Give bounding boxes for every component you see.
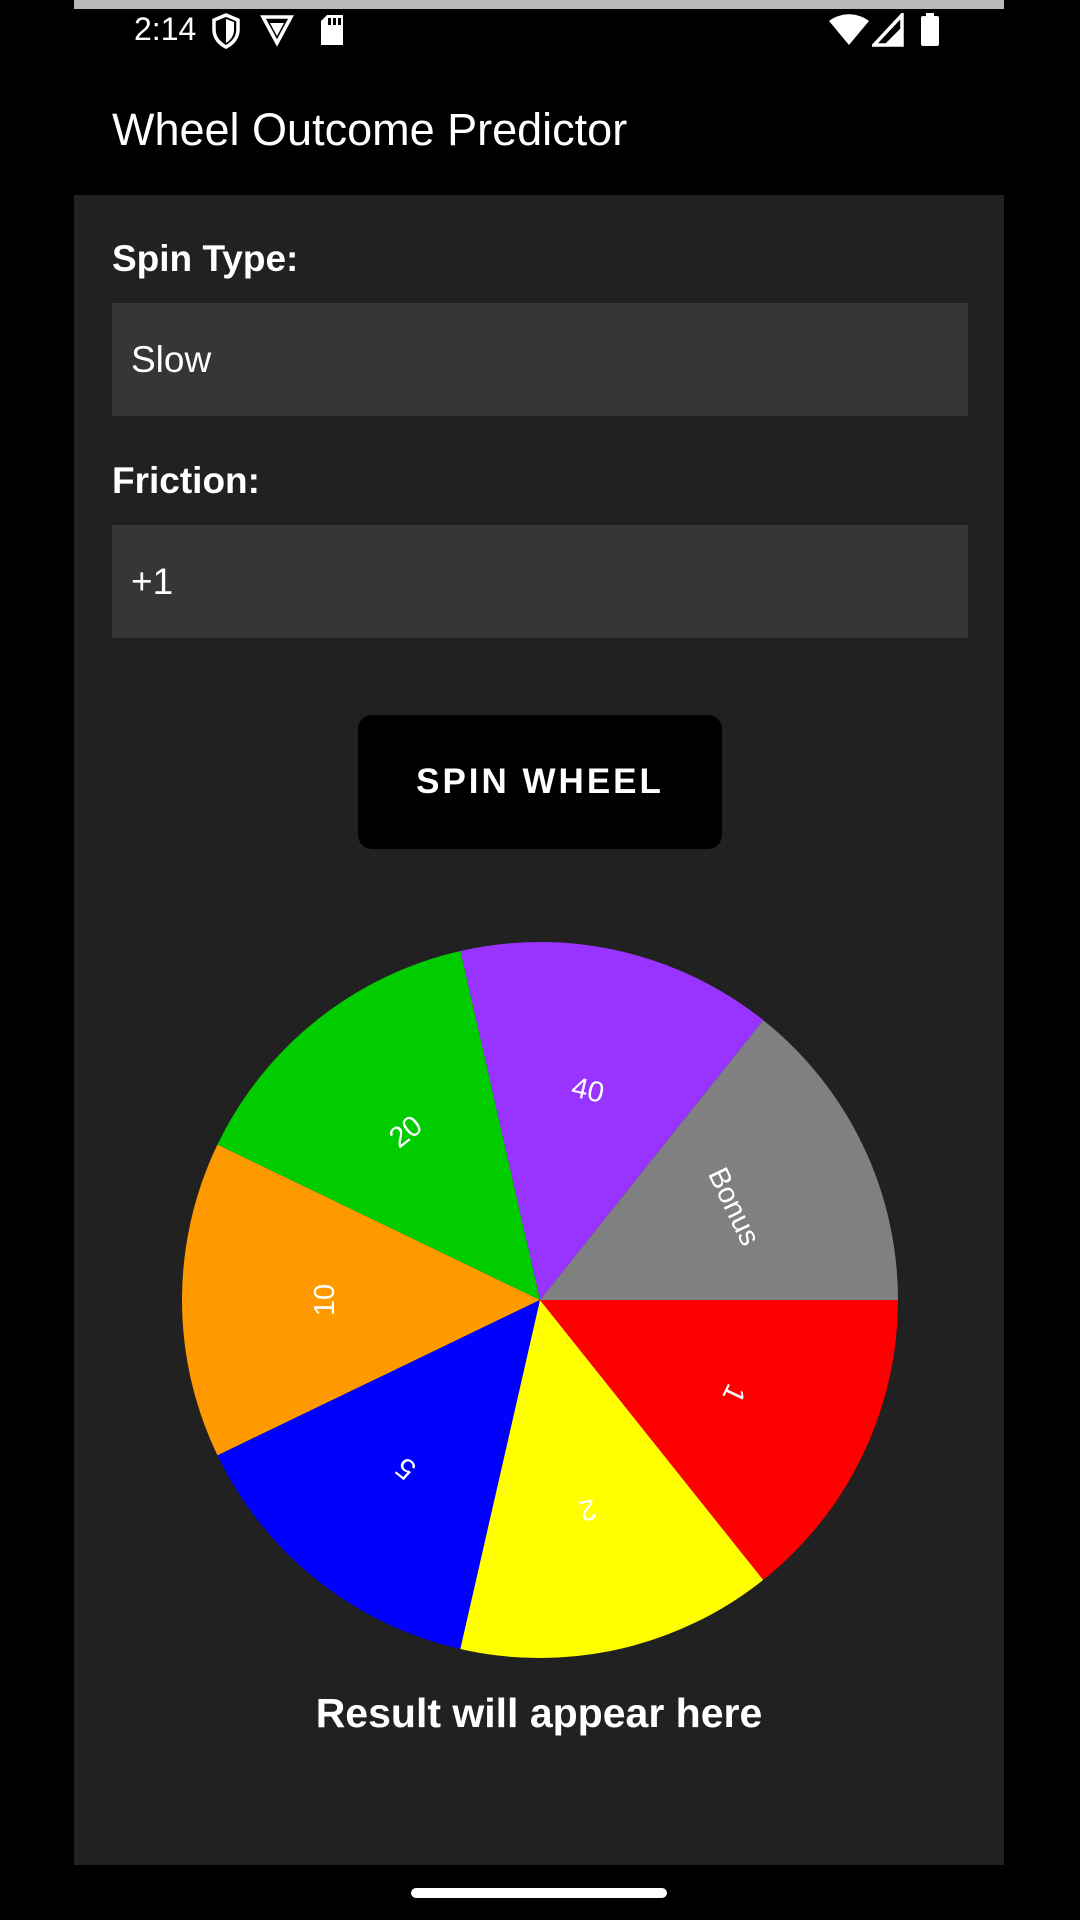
status-bar: 2:14 — [74, 9, 1004, 56]
vpn-icon — [260, 15, 294, 47]
phone-screen: 2:14 Wheel Outcome Predictor Spin Type: … — [74, 0, 1004, 1920]
prize-wheel: Bonus402010521 — [182, 942, 898, 1658]
spin-wheel-button[interactable]: SPIN WHEEL — [358, 715, 722, 849]
wifi-icon — [829, 14, 869, 45]
top-strip — [74, 0, 1004, 9]
friction-label: Friction: — [112, 460, 260, 501]
sd-card-icon — [321, 15, 343, 45]
app-title: Wheel Outcome Predictor — [112, 104, 628, 155]
spin-type-label: Spin Type: — [112, 238, 299, 279]
app-bar: Wheel Outcome Predictor — [74, 56, 1004, 195]
main-content: Spin Type: Slow Friction: +1 SPIN WHEEL … — [74, 195, 1004, 1865]
spin-type-field[interactable]: Slow — [112, 303, 968, 416]
wheel-label-10: 10 — [309, 1284, 341, 1316]
shield-icon — [212, 13, 240, 49]
navigation-bar — [74, 1865, 1004, 1920]
battery-icon — [921, 13, 939, 46]
signal-icon — [872, 13, 904, 47]
home-indicator[interactable] — [411, 1888, 667, 1898]
result-text: Result will appear here — [315, 1690, 763, 1736]
status-time: 2:14 — [134, 11, 197, 47]
friction-field[interactable]: +1 — [112, 525, 968, 638]
